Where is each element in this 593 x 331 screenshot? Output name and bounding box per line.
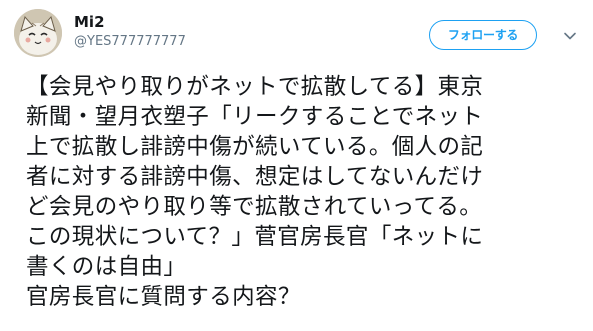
display-name[interactable]: Mi2 — [74, 13, 186, 31]
tweet-line: 新聞・望月衣塑子「リークすることでネット — [26, 104, 484, 130]
tweet-line: ど会見のやり取り等で拡散されていってる。 — [26, 194, 483, 220]
tweet-line: 官房長官に質問する内容？ — [26, 284, 301, 310]
screen-name[interactable]: @YES777777777 — [74, 33, 186, 51]
tweet-line: 書くのは自由」 — [26, 254, 187, 280]
tweet-text: 【会見やり取りがネットで拡散してる】東京 新聞・望月衣塑子「リークすることでネッ… — [26, 72, 586, 312]
tweet-header: Mi2 @YES777777777 フォローする — [0, 0, 593, 66]
tweet-line: 【会見やり取りがネットで拡散してる】東京 — [26, 74, 484, 100]
cat-avatar-icon — [14, 9, 62, 57]
tweet-line: この現状について？」菅官房長官「ネットに — [26, 224, 484, 250]
user-block: Mi2 @YES777777777 — [74, 13, 186, 51]
chevron-down-icon[interactable] — [562, 28, 578, 44]
follow-button[interactable]: フォローする — [429, 20, 537, 50]
tweet-line: 者に対する誹謗中傷、想定はしてないんだけ — [26, 164, 484, 190]
avatar[interactable] — [14, 9, 62, 57]
tweet-line: 上で拡散し誹謗中傷が続いている。個人の記 — [26, 134, 484, 160]
